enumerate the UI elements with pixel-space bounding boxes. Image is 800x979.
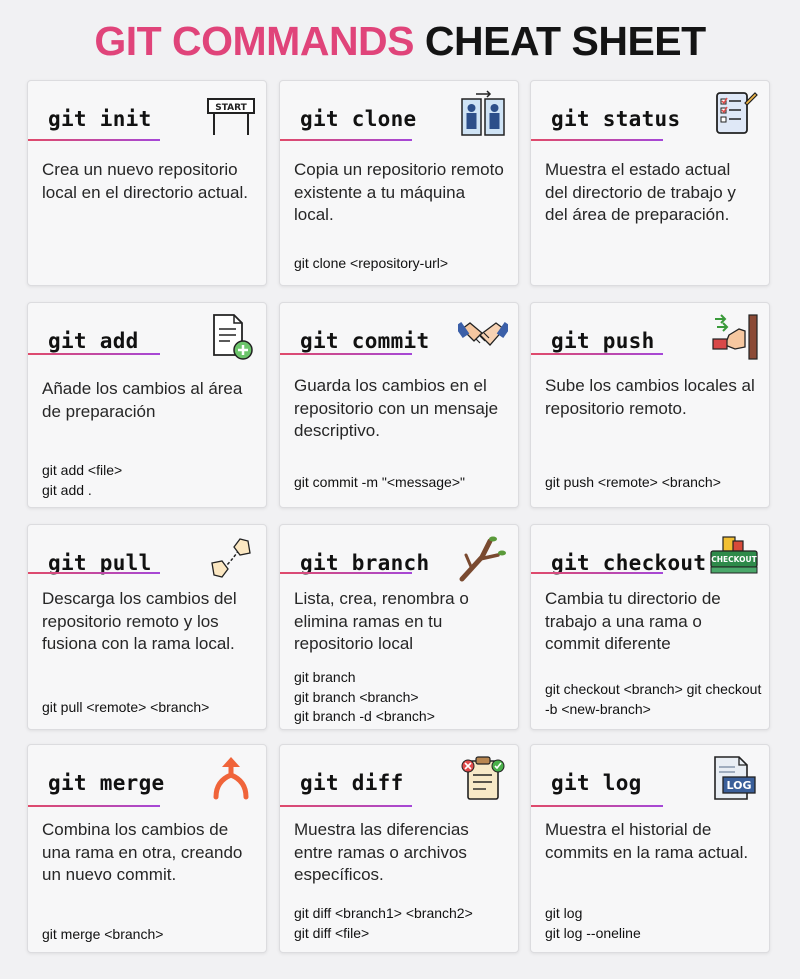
card-command: git status [551,107,681,131]
card-underline [280,805,412,807]
card-underline [531,353,663,355]
tree-branch-icon [458,533,508,583]
card-description: Crea un nuevo repositorio local en el di… [42,160,249,202]
handshake-icon [454,311,512,361]
card-underline [28,805,160,807]
card-command: git init [48,107,152,131]
card-description: Muestra el estado actual del directorio … [545,160,736,224]
card-description: Descarga los cambios del repositorio rem… [42,589,237,653]
title-part-1: GIT COMMANDS [94,18,415,64]
card-git-branch: git branch Lista, crea, renombra o elimi… [279,524,519,730]
card-usage: git branch git branch <branch> git branc… [294,669,435,724]
card-git-checkout: git checkout CHECKOUT Cambia tu director… [530,524,770,730]
card-command: git commit [300,329,430,353]
card-usage: git pull <remote> <branch> [42,699,210,715]
card-git-diff: git diff Muestra las diferencias entre r… [279,744,519,953]
card-description: Muestra las diferencias entre ramas o ar… [294,820,469,884]
card-description: Sube los cambios locales al repositorio … [545,376,755,418]
card-underline [280,572,412,574]
card-description: Cambia tu directorio de trabajo a una ra… [545,589,721,653]
card-git-push: git push Sube los cambios locales al rep… [530,302,770,508]
diff-clipboard-icon [458,753,508,803]
card-underline [531,572,663,574]
card-git-pull: git pull Descarga los cambios del reposi… [27,524,267,730]
page-title: GIT COMMANDS CHEAT SHEET [0,18,800,65]
pull-hands-icon [206,533,256,583]
svg-text:LOG: LOG [727,779,752,792]
card-command: git clone [300,107,417,131]
card-description: Copia un repositorio remoto existente a … [294,160,504,224]
card-underline [280,353,412,355]
card-git-commit: git commit Guarda los cambios en el repo… [279,302,519,508]
card-underline [28,572,160,574]
card-git-add: git add Añade los cambios al área de pre… [27,302,267,508]
card-description: Añade los cambios al área de preparación [42,379,243,421]
merge-arrow-icon [206,753,256,803]
card-usage: git diff <branch1> <branch2> git diff <f… [294,905,473,941]
card-underline [531,139,663,141]
card-usage: git push <remote> <branch> [545,474,721,490]
card-description: Combina los cambios de una rama en otra,… [42,820,243,884]
card-command: git add [48,329,139,353]
card-git-status: git status Muestra el estado actual del … [530,80,770,286]
card-usage: git log git log --oneline [545,905,641,941]
card-usage: git add <file> git add . [42,462,123,498]
add-file-icon [206,311,256,361]
card-usage: git clone <repository-url> [294,255,449,271]
card-usage: git merge <branch> [42,926,164,942]
card-command: git merge [48,771,165,795]
card-underline [28,139,160,141]
card-description: Guarda los cambios en el repositorio con… [294,376,499,440]
card-usage: git commit -m "<message>" [294,474,465,490]
checkout-sign-icon: CHECKOUT [709,533,759,583]
start-sign-icon: START [206,89,256,139]
clone-people-icon [458,89,508,139]
push-hand-icon [709,311,759,361]
card-usage: git checkout <branch> git checkout -b <n… [545,681,762,717]
card-command: git log [551,771,642,795]
title-part-2: CHEAT SHEET [424,18,706,64]
svg-text:CHECKOUT: CHECKOUT [711,555,757,564]
card-underline [531,805,663,807]
log-file-icon: LOG [709,753,759,803]
card-command: git push [551,329,655,353]
card-underline [28,353,160,355]
card-git-log: git log LOG Muestra el historial de comm… [530,744,770,953]
card-git-merge: git merge Combina los cambios de una ram… [27,744,267,953]
card-git-clone: git clone Copia un repositorio remoto ex… [279,80,519,286]
svg-text:START: START [215,103,247,113]
checklist-icon [709,89,759,139]
card-description: Lista, crea, renombra o elimina ramas en… [294,589,469,653]
card-git-init: git init START Crea un nuevo repositorio… [27,80,267,286]
card-description: Muestra el historial de commits en la ra… [545,820,749,862]
card-command: git diff [300,771,404,795]
card-underline [280,139,412,141]
